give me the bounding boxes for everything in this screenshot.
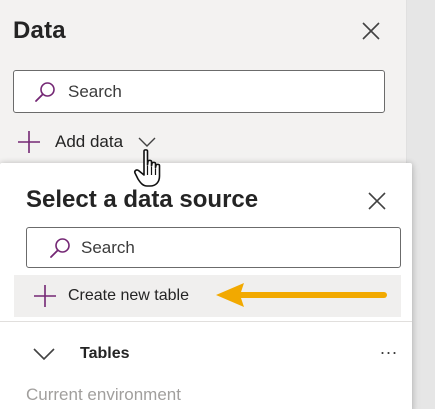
tables-section-label: Tables <box>80 345 130 362</box>
panel-title: Data <box>13 17 66 44</box>
search-icon <box>35 82 55 102</box>
data-search-field[interactable] <box>13 70 385 113</box>
popup-search-field[interactable] <box>26 227 401 268</box>
chevron-down-icon <box>33 348 55 361</box>
popup-title: Select a data source <box>26 186 259 213</box>
more-options-icon[interactable]: ... <box>380 339 402 361</box>
close-icon[interactable] <box>360 20 382 42</box>
plus-icon <box>34 285 56 307</box>
close-icon[interactable] <box>366 190 388 212</box>
annotation-arrow-icon <box>216 283 387 307</box>
environment-label: Current environment <box>26 385 181 404</box>
popup-search-input[interactable] <box>81 237 381 259</box>
search-icon <box>50 238 70 258</box>
divider <box>0 321 412 322</box>
create-new-table-label: Create new table <box>68 287 189 304</box>
tables-section-header[interactable]: Tables <box>0 335 412 375</box>
add-data-label: Add data <box>55 132 124 151</box>
search-input[interactable] <box>68 81 368 103</box>
plus-icon <box>18 131 40 153</box>
hand-cursor-icon <box>133 149 161 187</box>
